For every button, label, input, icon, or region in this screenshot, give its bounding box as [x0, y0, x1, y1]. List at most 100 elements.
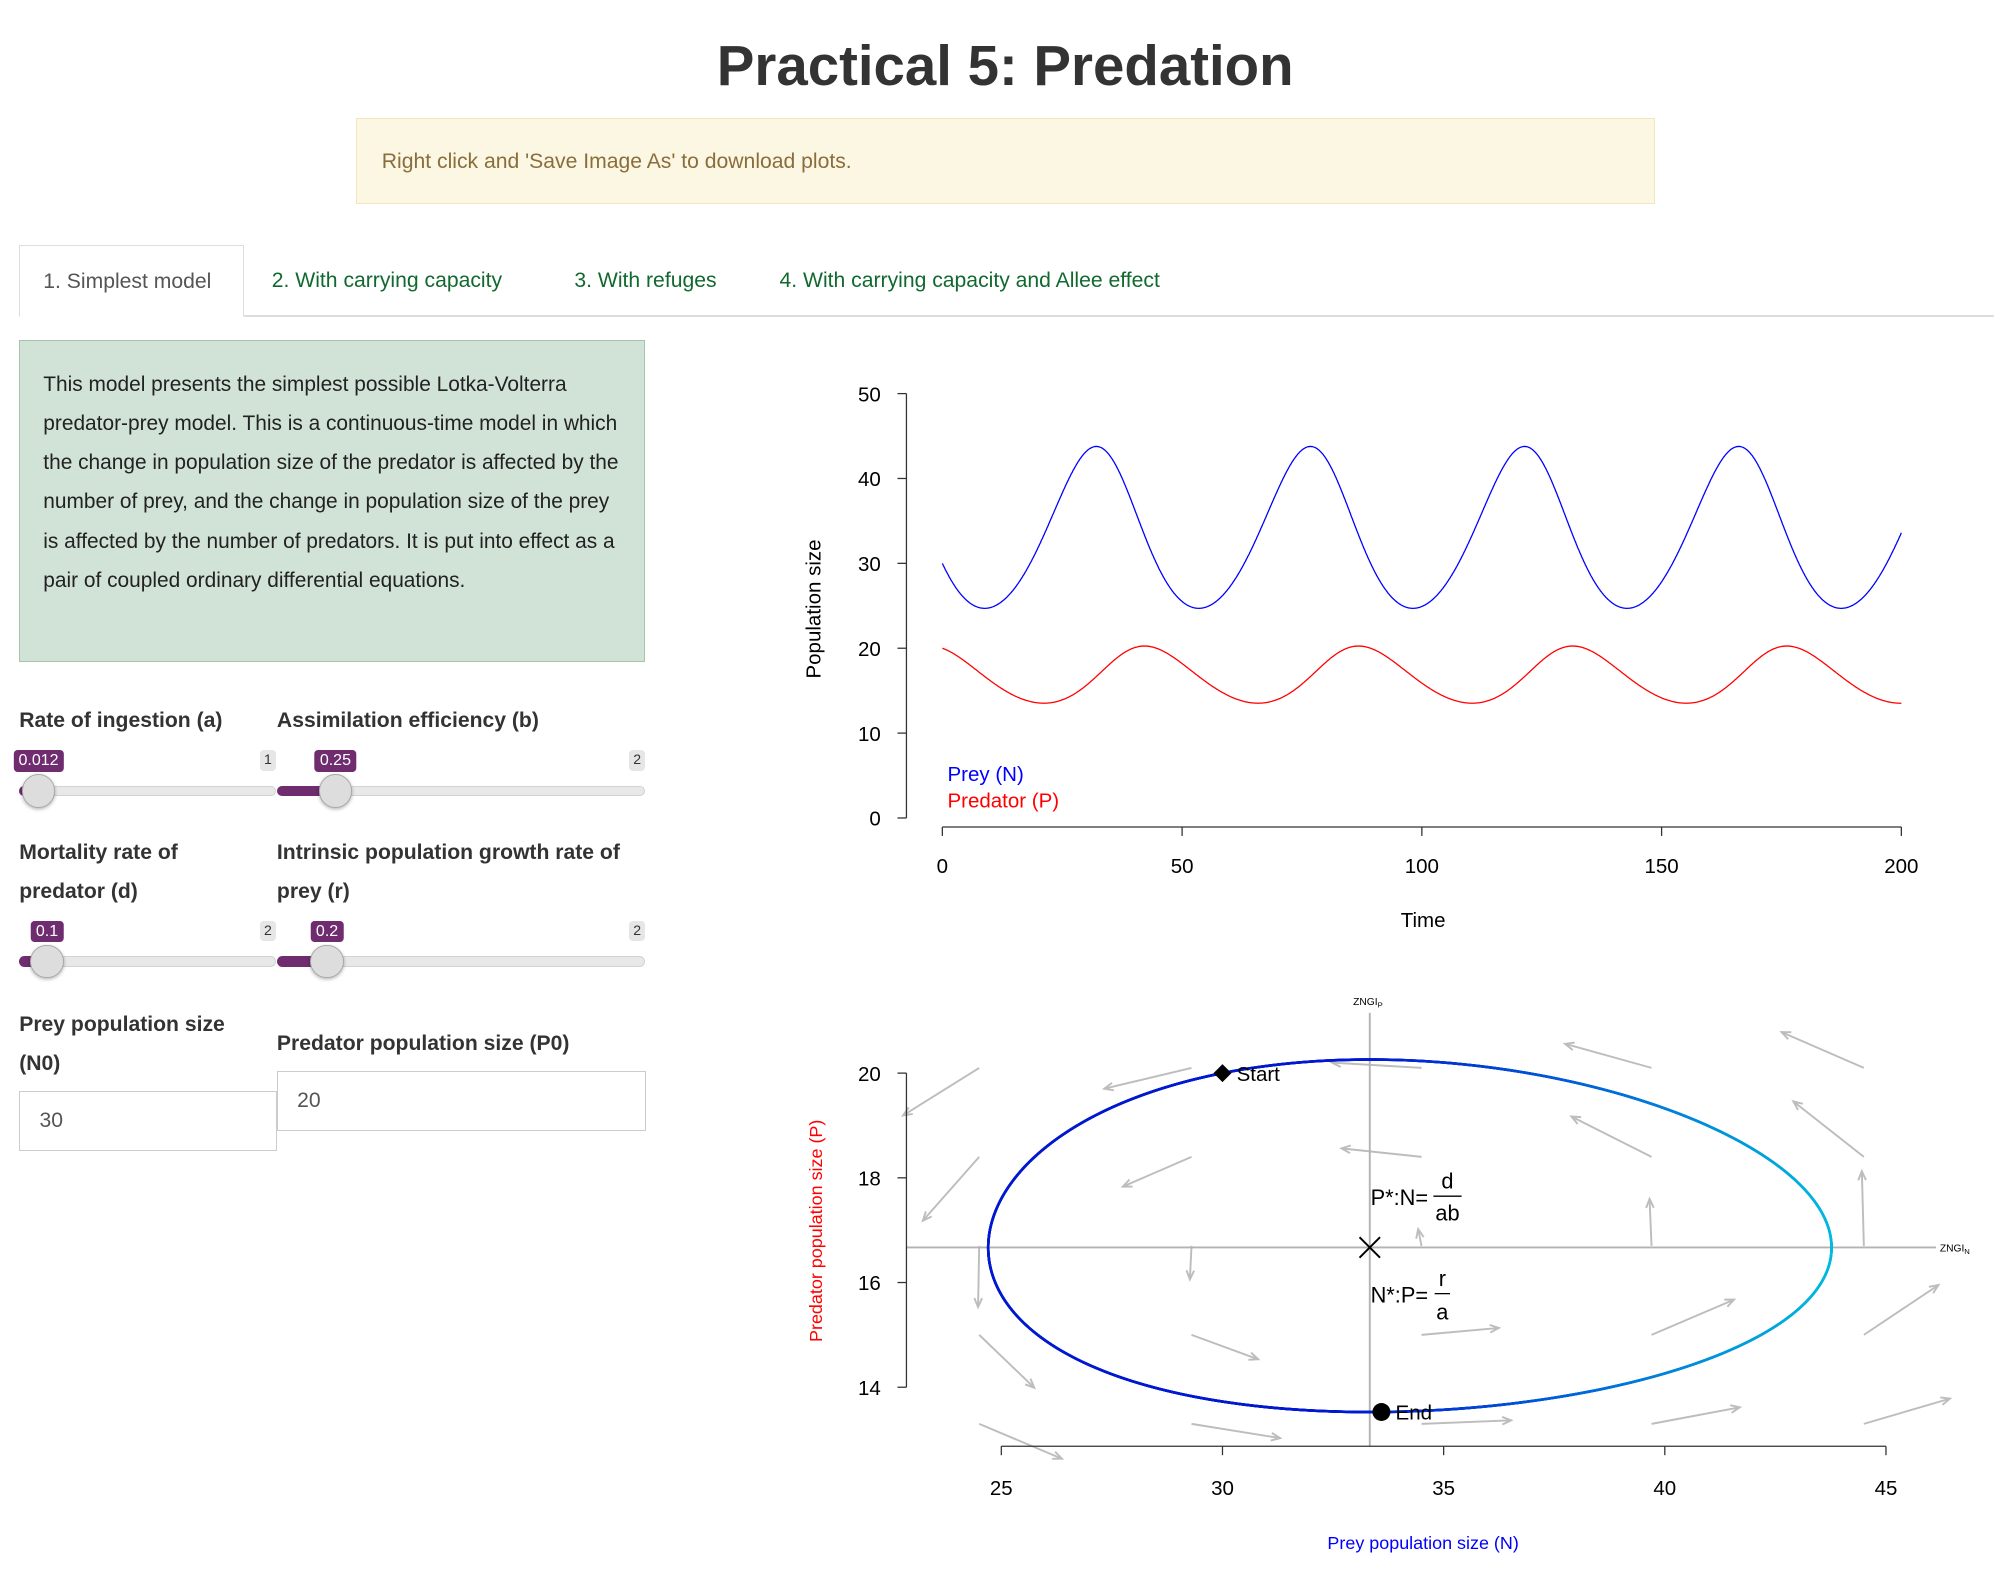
- trajectory-segment: [1658, 1106, 1669, 1110]
- end-label: End: [1396, 1402, 1432, 1425]
- trajectory-segment: [1180, 1394, 1189, 1396]
- y-tick-label: 16: [858, 1272, 881, 1295]
- vector-arrow: [1793, 1101, 1863, 1157]
- trajectory-segment: [1806, 1297, 1811, 1302]
- trajectory-segment: [998, 1200, 1000, 1205]
- x-tick-label: 45: [1875, 1477, 1898, 1500]
- trajectory-segment: [1035, 1333, 1040, 1337]
- trajectory-segment: [1003, 1298, 1006, 1302]
- trajectory-segment: [1722, 1132, 1731, 1137]
- trajectory-segment: [1613, 1384, 1624, 1386]
- vector-arrow: [1652, 1407, 1740, 1424]
- time-series-plot: 01020304050050100150200TimePopulation si…: [803, 383, 1919, 932]
- vector-arrow: [1862, 1171, 1864, 1246]
- trajectory-segment: [1732, 1346, 1740, 1350]
- trajectory-segment: [1828, 1228, 1830, 1234]
- trajectory-segment: [1740, 1142, 1749, 1147]
- trajectory-segment: [1090, 1365, 1097, 1368]
- vector-arrow: [1864, 1399, 1950, 1424]
- trajectory-segment: [1821, 1211, 1824, 1217]
- vector-arrow: [1571, 1117, 1651, 1157]
- vector-arrow: [1123, 1157, 1192, 1187]
- annotation-n-denominator: a: [1436, 1299, 1449, 1324]
- trajectory-segment: [1714, 1353, 1723, 1357]
- trajectory-segment: [1455, 1064, 1468, 1065]
- trajectory-segment: [1441, 1409, 1453, 1410]
- trajectory-segment: [1009, 1182, 1012, 1187]
- y-tick-label: 50: [858, 383, 881, 406]
- trajectory-segment: [1784, 1316, 1790, 1321]
- y-axis-label: Predator population size (P): [806, 1120, 826, 1342]
- trajectory-segment: [1476, 1406, 1488, 1407]
- trajectory-segment: [1235, 1403, 1245, 1404]
- zngi-p-label: ZNGIP: [1353, 997, 1383, 1010]
- trajectory-segment: [1623, 1095, 1635, 1099]
- trajectory-segment: [1070, 1126, 1076, 1130]
- trajectory-segment: [1814, 1200, 1818, 1206]
- trajectory-segment: [1090, 1114, 1097, 1118]
- vector-arrow: [1192, 1335, 1259, 1359]
- trajectory-segment: [1495, 1068, 1508, 1070]
- trajectory-segment: [1824, 1217, 1826, 1223]
- trajectory-segment: [1756, 1333, 1764, 1337]
- trajectory-segment: [1416, 1061, 1429, 1062]
- trajectory-segment: [1522, 1401, 1534, 1403]
- vector-arrow: [1782, 1032, 1864, 1068]
- trajectory-segment: [1006, 1302, 1009, 1306]
- legend-prey: Prey (N): [947, 763, 1023, 786]
- trajectory-segment: [1757, 1152, 1765, 1157]
- trajectory-segment: [1469, 1065, 1482, 1067]
- trajectory-segment: [1124, 1379, 1131, 1381]
- trajectory-segment: [1827, 1266, 1829, 1271]
- trajectory-segment: [1793, 1178, 1799, 1183]
- trajectory-segment: [1815, 1287, 1819, 1292]
- trajectory-segment: [1579, 1391, 1590, 1393]
- trajectory-segment: [1327, 1060, 1339, 1061]
- trajectory-segment: [1009, 1306, 1012, 1310]
- x-axis-label: Time: [1401, 909, 1446, 932]
- trajectory-segment: [991, 1219, 992, 1224]
- y-tick-label: 18: [858, 1168, 881, 1191]
- trajectory-segment: [1163, 1390, 1171, 1392]
- trajectory-segment: [1189, 1396, 1198, 1398]
- trajectory-segment: [1749, 1147, 1757, 1152]
- trajectory-segment: [1723, 1349, 1732, 1353]
- y-tick-label: 10: [858, 723, 881, 746]
- trajectory-segment: [1047, 1142, 1052, 1146]
- trajectory-segment: [1225, 1402, 1234, 1403]
- vector-arrow: [1422, 1328, 1499, 1335]
- legend-predator: Predator (P): [947, 790, 1059, 813]
- trajectory-segment: [1740, 1342, 1748, 1346]
- trajectory-segment: [1129, 1097, 1137, 1100]
- trajectory-segment: [1705, 1357, 1714, 1361]
- trajectory-segment: [1279, 1063, 1291, 1064]
- trajectory-segment: [1027, 1160, 1031, 1164]
- trajectory-segment: [1146, 1091, 1155, 1094]
- trajectory-segment: [1172, 1392, 1181, 1394]
- trajectory-segment: [1624, 1382, 1635, 1385]
- annotation-p-numerator: d: [1441, 1169, 1453, 1194]
- trajectory-segment: [1790, 1311, 1796, 1316]
- trajectory-segment: [1012, 1310, 1015, 1314]
- vector-arrow: [923, 1157, 979, 1221]
- x-tick-label: 50: [1171, 855, 1194, 878]
- trajectory-segment: [1748, 1338, 1756, 1342]
- trajectory-segment: [1110, 1374, 1117, 1377]
- vector-arrow: [979, 1335, 1034, 1388]
- zngi-p-subscript: P: [1378, 1001, 1383, 1010]
- trajectory-segment: [1207, 1399, 1216, 1401]
- y-axis-label: Population size: [803, 539, 826, 678]
- trajectory-segment: [1602, 1387, 1613, 1389]
- trajectory-segment: [1680, 1114, 1691, 1118]
- annotation-n-lhs: N*:P=: [1371, 1283, 1429, 1308]
- zngi-n-label: ZNGIN: [1940, 1243, 1970, 1256]
- trajectory-segment: [1545, 1397, 1556, 1399]
- trajectory-segment: [1015, 1314, 1019, 1318]
- trajectory-segment: [1305, 1410, 1316, 1411]
- trajectory-segment: [1173, 1082, 1183, 1085]
- trajectory-segment: [1787, 1173, 1793, 1178]
- trajectory-segment: [1826, 1222, 1828, 1228]
- trajectory-segment: [1511, 1402, 1523, 1403]
- trajectory-segment: [1691, 1119, 1701, 1123]
- trajectory-segment: [1534, 1074, 1547, 1076]
